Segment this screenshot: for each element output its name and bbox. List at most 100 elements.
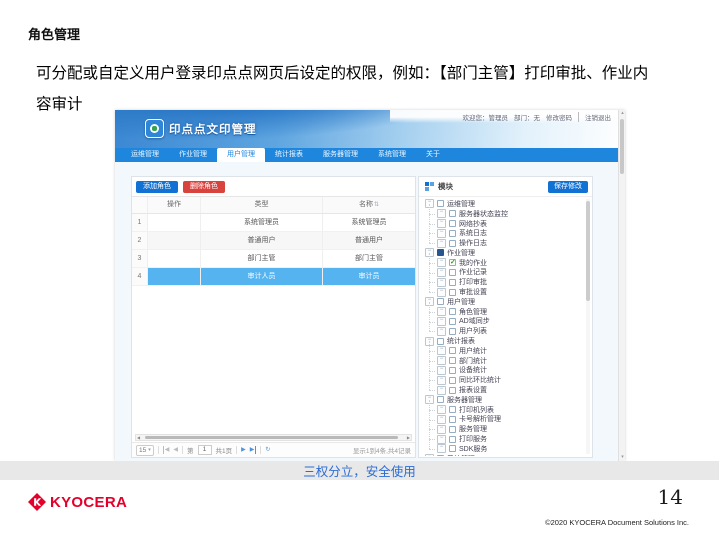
checkbox-icon[interactable]	[449, 230, 456, 237]
expander-icon[interactable]	[437, 356, 446, 365]
refresh-icon[interactable]: ↻	[265, 446, 270, 454]
tree-item[interactable]: 部门统计	[437, 356, 585, 366]
checkbox-icon[interactable]	[449, 347, 456, 354]
checkbox-icon[interactable]	[449, 367, 456, 374]
nav-tab[interactable]: 作业管理	[169, 148, 217, 162]
expander-icon[interactable]	[437, 366, 446, 375]
checkbox-icon[interactable]	[449, 220, 456, 227]
checkbox-icon[interactable]	[449, 426, 456, 433]
expander-icon[interactable]	[437, 425, 446, 434]
nav-tab[interactable]: 服务器管理	[313, 148, 368, 162]
scroll-up-icon[interactable]: ▴	[619, 110, 625, 117]
checkbox-icon[interactable]	[437, 396, 444, 403]
scroll-down-icon[interactable]: ▾	[619, 454, 625, 461]
delete-role-button[interactable]: 删除角色	[183, 181, 225, 193]
table-row[interactable]: 2 普通用户 普通用户	[132, 232, 415, 250]
save-changes-button[interactable]: 保存修改	[548, 181, 588, 193]
horizontal-scrollbar[interactable]: ◀ ▶	[135, 434, 412, 441]
tree-item[interactable]: 角色管理	[437, 307, 585, 317]
expander-icon[interactable]	[437, 307, 446, 316]
tree-item[interactable]: 卡号解析管理	[437, 415, 585, 425]
checkbox-icon[interactable]	[449, 416, 456, 423]
tree-item[interactable]: 用户统计	[437, 346, 585, 356]
page-size-select[interactable]: 15▾	[136, 445, 154, 456]
tree-item[interactable]: 作业记录	[437, 268, 585, 278]
header-link[interactable]: 注销退出	[578, 112, 611, 122]
tree-item[interactable]: 服务管理	[437, 424, 585, 434]
checkbox-icon[interactable]	[437, 338, 444, 345]
scrollbar-thumb[interactable]	[620, 119, 624, 174]
checkbox-icon[interactable]	[437, 249, 444, 256]
tree-item[interactable]: 操作日志	[437, 238, 585, 248]
nav-tab[interactable]: 系统管理	[368, 148, 416, 162]
expander-icon[interactable]	[437, 317, 446, 326]
expander-icon[interactable]	[437, 444, 446, 453]
tree-item[interactable]: 统计报表	[425, 336, 585, 346]
tree-item[interactable]: 系统日志	[437, 228, 585, 238]
checkbox-icon[interactable]	[449, 387, 456, 394]
checkbox-icon[interactable]	[449, 240, 456, 247]
expander-icon[interactable]	[437, 209, 446, 218]
tree-item[interactable]: 打印审批	[437, 277, 585, 287]
add-role-button[interactable]: 添加角色	[136, 181, 178, 193]
expander-icon[interactable]	[437, 435, 446, 444]
prev-page-button[interactable]: ◀	[173, 446, 178, 454]
checkbox-icon[interactable]	[437, 298, 444, 305]
tree-item[interactable]: 同比环比统计	[437, 375, 585, 385]
checkbox-icon[interactable]	[449, 279, 456, 286]
checkbox-icon[interactable]	[449, 377, 456, 384]
expander-icon[interactable]	[437, 229, 446, 238]
expander-icon[interactable]	[437, 405, 446, 414]
last-page-button[interactable]: ▶	[250, 446, 257, 454]
tree-item[interactable]: 审批设置	[437, 287, 585, 297]
tree-item[interactable]: 系统管理	[425, 454, 585, 456]
tree-item[interactable]: 报表设置	[437, 385, 585, 395]
scrollbar-thumb[interactable]	[586, 201, 590, 301]
app-scrollbar[interactable]: ▴ ▾	[618, 110, 625, 461]
checkbox-icon[interactable]	[449, 269, 456, 276]
tree-item[interactable]: 服务器管理	[425, 395, 585, 405]
expander-icon[interactable]	[437, 268, 446, 277]
table-row[interactable]: 3 部门主管 部门主管	[132, 250, 415, 268]
checkbox-icon[interactable]	[449, 308, 456, 315]
expander-icon[interactable]	[437, 239, 446, 248]
tree-item[interactable]: 网络抄表	[437, 219, 585, 229]
tree-scrollbar[interactable]	[586, 199, 590, 454]
nav-tab[interactable]: 运维管理	[121, 148, 169, 162]
table-row[interactable]: 1 系统管理员 系统管理员	[132, 214, 415, 232]
page-number-input[interactable]: 1	[198, 445, 212, 455]
tree-item[interactable]: SDK服务	[437, 444, 585, 454]
checkbox-icon[interactable]	[449, 436, 456, 443]
checkbox-icon[interactable]	[449, 406, 456, 413]
checkbox-icon[interactable]	[449, 318, 456, 325]
nav-tab[interactable]: 用户管理	[217, 148, 265, 162]
checkbox-icon[interactable]	[449, 445, 456, 452]
expander-icon[interactable]	[437, 376, 446, 385]
checkbox-icon[interactable]	[449, 259, 456, 266]
tree-item[interactable]: 作业管理	[425, 248, 585, 258]
checkbox-icon[interactable]	[449, 328, 456, 335]
checkbox-icon[interactable]	[437, 200, 444, 207]
nav-tab[interactable]: 统计报表	[265, 148, 313, 162]
header-link[interactable]: 修改密码	[546, 112, 572, 122]
nav-tab[interactable]: 关于	[416, 148, 450, 162]
tree-item[interactable]: 设备统计	[437, 366, 585, 376]
expander-icon[interactable]	[437, 415, 446, 424]
tree-item[interactable]: 用户管理	[425, 297, 585, 307]
scroll-right-icon[interactable]: ▶	[407, 435, 410, 440]
first-page-button[interactable]: ◀	[163, 446, 170, 454]
expander-icon[interactable]	[437, 346, 446, 355]
checkbox-icon[interactable]	[449, 210, 456, 217]
expander-icon[interactable]	[437, 386, 446, 395]
next-page-button[interactable]: ▶	[241, 446, 246, 454]
tree-item[interactable]: 打印机列表	[437, 405, 585, 415]
checkbox-icon[interactable]	[449, 289, 456, 296]
tree-item[interactable]: 用户列表	[437, 326, 585, 336]
tree-item[interactable]: 我的作业	[437, 258, 585, 268]
checkbox-icon[interactable]	[437, 455, 444, 456]
scroll-left-icon[interactable]: ◀	[137, 435, 140, 440]
expander-icon[interactable]	[425, 454, 434, 456]
table-row[interactable]: 4 审计人员 审计员	[132, 268, 415, 286]
checkbox-icon[interactable]	[449, 357, 456, 364]
tree-item[interactable]: 打印服务	[437, 434, 585, 444]
